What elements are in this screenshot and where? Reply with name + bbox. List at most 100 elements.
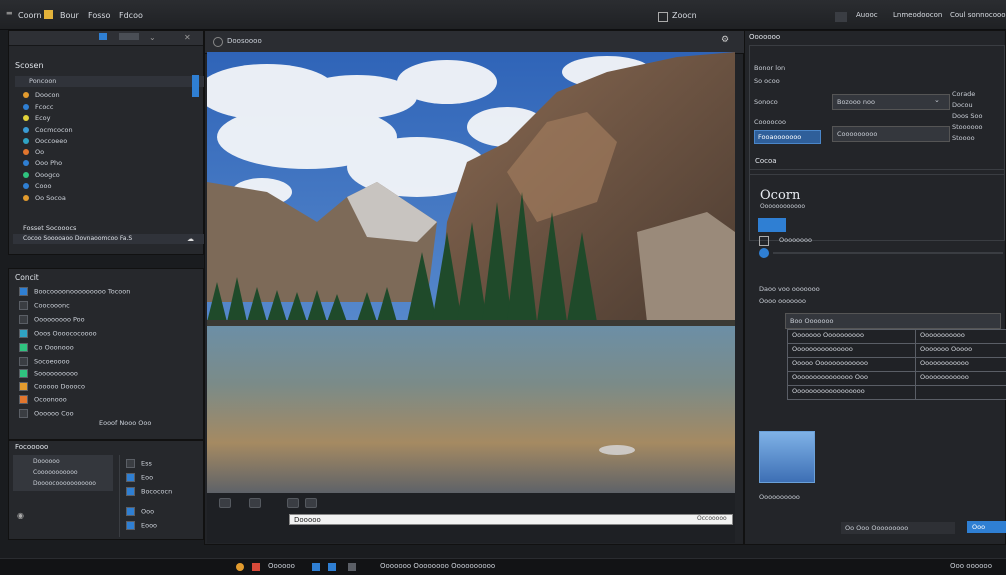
- input-hint: Occooooo: [697, 515, 727, 522]
- list-item[interactable]: Oooooo Coo: [34, 410, 74, 418]
- left-panel: ⌄ ✕ Scosen Poncoon Doocon Fcocc Ecoy Coc…: [8, 30, 213, 255]
- list-item[interactable]: Soooooooooo: [34, 370, 78, 378]
- list-item[interactable]: Ocoonooo: [34, 396, 67, 404]
- bottom-item[interactable]: Doooooo: [33, 458, 60, 465]
- app-icon[interactable]: [236, 563, 244, 571]
- table-cell[interactable]: Ooooo Ooooooooooooo: [787, 357, 921, 372]
- checkbox[interactable]: [759, 236, 769, 246]
- cloud-icon[interactable]: ☁: [187, 235, 194, 243]
- thumbnail[interactable]: [759, 431, 815, 483]
- path-input[interactable]: [289, 514, 733, 525]
- table-cell[interactable]: [915, 385, 1006, 400]
- crop-button[interactable]: [249, 498, 261, 508]
- side-label-5: Stoooo: [952, 134, 975, 142]
- list-item[interactable]: Ooccoeeo: [35, 137, 67, 145]
- scrollbar-thumb[interactable]: [192, 75, 199, 97]
- app-icon[interactable]: [312, 563, 320, 571]
- table-cell[interactable]: Ooooooooooooooo: [787, 343, 921, 358]
- toolbar-icon[interactable]: [119, 33, 139, 40]
- camera-icon[interactable]: ◉: [17, 511, 24, 520]
- subpanel-title[interactable]: Boo Ooooooo: [785, 313, 1001, 329]
- toolbar-icon-blue[interactable]: [99, 33, 107, 40]
- menu-item-view[interactable]: Fosso: [88, 11, 110, 20]
- image-canvas[interactable]: [207, 52, 735, 493]
- list-item[interactable]: Socoeoooo: [34, 358, 70, 366]
- status-bar-1: Fosset Socooocs: [23, 224, 77, 232]
- close-icon[interactable]: ✕: [184, 33, 191, 42]
- list-item[interactable]: Eooo: [141, 522, 157, 530]
- list-item[interactable]: Ooooooooo Poo: [34, 316, 85, 324]
- list-item[interactable]: Ooo: [141, 508, 154, 516]
- table-cell[interactable]: Ooooooo Ooooo: [915, 343, 1006, 358]
- table-cell[interactable]: Oooooooooooo: [915, 371, 1006, 386]
- list-item[interactable]: Ooos Oooococoooo: [34, 330, 97, 338]
- bottom-button[interactable]: Ooo: [856, 524, 869, 532]
- bottom-button[interactable]: Ooooooooo: [871, 524, 908, 532]
- list-item[interactable]: Oo: [35, 148, 44, 156]
- row-label: Coooocoo: [754, 118, 786, 126]
- slider-track[interactable]: [773, 252, 1003, 254]
- item-icon: [23, 183, 29, 189]
- chevron-down-icon[interactable]: ⌄: [934, 96, 940, 104]
- list-item[interactable]: Fcocc: [35, 103, 53, 111]
- bottom-selection: Doooooo Cooooooooooo Doooocooooooooooo: [13, 455, 113, 491]
- list-item[interactable]: Co Ooonooo: [34, 344, 74, 352]
- item-icon: [126, 459, 135, 468]
- right-menu-item-2[interactable]: Lnmeodoocon: [893, 11, 942, 19]
- item-icon: [126, 521, 135, 530]
- list-item[interactable]: Ooo Pho: [35, 159, 62, 167]
- right-menu-item-3[interactable]: Coul sonnocooo: [950, 11, 1006, 19]
- list-item[interactable]: Ecoy: [35, 114, 51, 122]
- list-item[interactable]: Ess: [141, 460, 152, 468]
- table-cell[interactable]: Ooooooooooo: [915, 329, 1006, 344]
- dropdown-2[interactable]: Cooooooooo: [832, 126, 950, 142]
- bottom-button[interactable]: Oo: [845, 524, 854, 532]
- taskbar-item[interactable]: Oooooo: [268, 562, 295, 570]
- circle-icon[interactable]: [213, 37, 223, 47]
- list-item[interactable]: Eooof Nooo Ooo: [99, 419, 151, 429]
- bottom-item[interactable]: Doooocooooooooooo: [33, 480, 96, 487]
- undo-button[interactable]: [219, 498, 231, 508]
- app-icon[interactable]: [328, 563, 336, 571]
- chevron-icon[interactable]: ⌄: [149, 33, 156, 42]
- list-item[interactable]: Cocmcocon: [35, 126, 73, 134]
- slider-knob[interactable]: [759, 248, 769, 258]
- grid-button[interactable]: [287, 498, 299, 508]
- menu-item-file[interactable]: Coorn: [18, 11, 42, 20]
- tab-icon[interactable]: [835, 12, 847, 22]
- list-item[interactable]: Cooooo Doooco: [34, 383, 85, 391]
- app-icon[interactable]: [348, 563, 356, 571]
- folder-icon[interactable]: [44, 10, 53, 19]
- ok-button[interactable]: Ooo: [967, 521, 1006, 533]
- app-menu-icon[interactable]: ▬: [6, 9, 13, 17]
- table-cell[interactable]: Ooooooo Oooooooooo: [787, 329, 921, 344]
- item-icon: [19, 357, 28, 366]
- settings-icon[interactable]: ⚙: [721, 35, 729, 45]
- list-item[interactable]: Eoo: [141, 474, 153, 482]
- menu-item-edit[interactable]: Bour: [60, 11, 79, 20]
- dropdown-1[interactable]: Bozooo noo: [832, 94, 950, 110]
- action-button[interactable]: Fooaooooooo: [754, 130, 821, 144]
- list-item[interactable]: Doocon: [35, 91, 60, 99]
- left-panel-2: Concit Boocoooonooooooooo Tocoon Coocooo…: [8, 268, 204, 440]
- right-menu-item-1[interactable]: Auooc: [856, 11, 878, 19]
- list-item[interactable]: Ooogco: [35, 171, 60, 179]
- menu-item-help[interactable]: Fdcoo: [119, 11, 143, 20]
- slider-row: [759, 248, 1003, 258]
- table-cell[interactable]: Ooooooooooooooo Ooo: [787, 371, 921, 386]
- list-item[interactable]: Oo Socoa: [35, 194, 66, 202]
- list-item[interactable]: Boocoooonooooooooo Tocoon: [34, 288, 130, 296]
- list-item[interactable]: Cooo: [35, 182, 51, 190]
- bottom-item[interactable]: Cooooooooooo: [33, 469, 78, 476]
- app-icon[interactable]: [252, 563, 260, 571]
- list-item[interactable]: Bocococn: [141, 488, 172, 496]
- table-cell[interactable]: Oooooooooooooooooo: [787, 385, 921, 400]
- canvas-header: Doosoooo ⚙: [205, 31, 745, 54]
- item-icon: [23, 127, 29, 133]
- list-item[interactable]: Coocooonc: [34, 302, 70, 310]
- taskbar-item[interactable]: Ooooooo Oooooooo Oooooooooo: [380, 562, 495, 570]
- layers-button[interactable]: [305, 498, 317, 508]
- table-cell[interactable]: Oooooooooooo: [915, 357, 1006, 372]
- color-swatch[interactable]: [758, 218, 786, 232]
- status-bar-2[interactable]: Cocoo Sooooaoo Dovnaoomcoo Fa.S: [13, 234, 211, 244]
